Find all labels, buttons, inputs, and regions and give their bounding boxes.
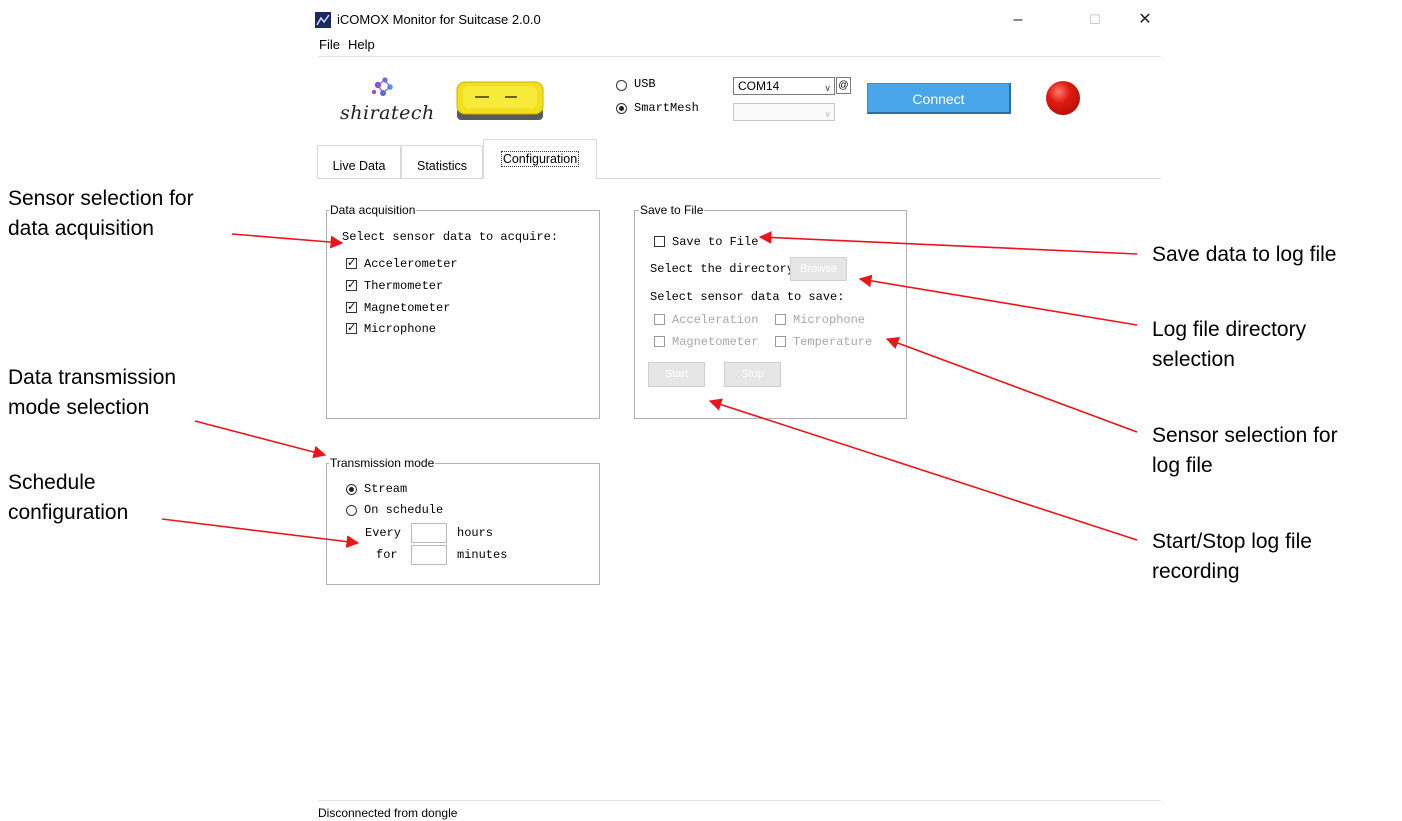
stream-radio[interactable]	[346, 484, 357, 495]
hours-input[interactable]	[411, 523, 447, 543]
start-button[interactable]: Start	[648, 362, 705, 387]
save-magnetometer-label: Magnetometer	[672, 335, 759, 349]
every-label: Every	[365, 526, 402, 540]
annotation-schedule: Schedule configuration	[8, 468, 128, 528]
annotation-log-dir: Log file directory selection	[1152, 315, 1306, 375]
arrow-start-stop	[708, 398, 1138, 541]
annotation-transmission: Data transmission mode selection	[8, 363, 176, 423]
minutes-label: minutes	[457, 548, 508, 562]
window-title: iCOMOX Monitor for Suitcase 2.0.0	[337, 12, 541, 27]
usb-radio[interactable]	[616, 80, 627, 91]
annotation-line: Log file directory	[1152, 318, 1307, 341]
connection-status-led	[1046, 81, 1080, 115]
smartmesh-radio[interactable]	[616, 103, 627, 114]
save-to-file-label: Save to File	[672, 235, 759, 249]
save-temperature-checkbox[interactable]	[775, 336, 786, 347]
tab-baseline-right	[597, 178, 1161, 179]
annotation-line: log file	[1152, 454, 1213, 477]
annotation-line: Data transmission	[8, 366, 177, 389]
close-button[interactable]: ✕	[1122, 6, 1168, 34]
annotation-line: selection	[1152, 348, 1235, 371]
microphone-checkbox[interactable]: ✓	[346, 323, 357, 334]
on-schedule-radio[interactable]	[346, 505, 357, 516]
tab-configuration[interactable]: Configuration	[483, 139, 597, 179]
acquire-prompt: Select sensor data to acquire:	[342, 230, 559, 244]
annotation-sensor-log: Sensor selection for log file	[1152, 421, 1338, 481]
browse-button[interactable]: Browse	[790, 257, 847, 281]
status-text: Disconnected from dongle	[318, 806, 458, 820]
maximize-button[interactable]: ☐	[1072, 6, 1118, 34]
smartmesh-label: SmartMesh	[634, 101, 699, 115]
tab-baseline-left	[317, 178, 483, 179]
save-to-file-checkbox[interactable]	[654, 236, 665, 247]
app-icon	[315, 12, 331, 28]
chevron-down-icon: ∨	[824, 83, 831, 93]
magnetometer-label: Magnetometer	[364, 301, 451, 315]
stop-button[interactable]: Stop	[724, 362, 781, 387]
status-divider	[318, 800, 1161, 801]
annotation-start-stop: Start/Stop log file recording	[1152, 527, 1312, 587]
arrow-transmission	[194, 420, 327, 459]
annotation-line: Sensor selection for	[8, 187, 194, 210]
transmission-mode-legend: Transmission mode	[329, 456, 436, 470]
annotation-line: mode selection	[8, 396, 150, 419]
at-button[interactable]: @	[836, 77, 851, 94]
minutes-input[interactable]	[411, 545, 447, 565]
port-select[interactable]: COM14 ∨	[733, 77, 835, 95]
save-microphone-checkbox[interactable]	[775, 314, 786, 325]
on-schedule-label: On schedule	[364, 503, 444, 517]
save-to-file-legend: Save to File	[639, 203, 705, 217]
tab-live-data[interactable]: Live Data	[317, 145, 401, 179]
save-sensor-prompt: Select sensor data to save:	[650, 290, 845, 304]
logo-text: shiratech	[340, 102, 435, 124]
device-image	[455, 78, 545, 124]
save-microphone-label: Microphone	[793, 313, 866, 327]
microphone-label: Microphone	[364, 322, 437, 336]
for-label: for	[376, 548, 398, 562]
tab-statistics[interactable]: Statistics	[401, 145, 483, 179]
accelerometer-checkbox[interactable]: ✓	[346, 258, 357, 269]
annotation-sensor-acq: Sensor selection for data acquisition	[8, 184, 194, 244]
menu-help[interactable]: Help	[348, 37, 375, 52]
thermometer-label: Thermometer	[364, 279, 444, 293]
arrow-sensor-log	[885, 337, 1138, 433]
directory-label: Select the directory:	[650, 262, 802, 276]
connect-button[interactable]: Connect	[867, 83, 1011, 114]
accelerometer-label: Accelerometer	[364, 257, 458, 271]
annotation-save-log: Save data to log file	[1152, 240, 1336, 270]
save-magnetometer-checkbox[interactable]	[654, 336, 665, 347]
tab-configuration-label: Configuration	[500, 151, 580, 167]
annotation-line: configuration	[8, 501, 129, 524]
port-value: COM14	[738, 79, 780, 93]
hours-label: hours	[457, 526, 494, 540]
save-temperature-label: Temperature	[793, 335, 873, 349]
usb-label: USB	[634, 77, 656, 91]
save-acceleration-label: Acceleration	[672, 313, 759, 327]
annotation-line: recording	[1152, 560, 1240, 583]
annotation-line: data acquisition	[8, 217, 154, 240]
annotation-line: Schedule	[8, 471, 96, 494]
magnetometer-checkbox[interactable]: ✓	[346, 302, 357, 313]
mesh-select[interactable]: ∨	[733, 103, 835, 121]
thermometer-checkbox[interactable]: ✓	[346, 280, 357, 291]
annotation-line: Start/Stop log file	[1152, 530, 1312, 553]
data-acquisition-legend: Data acquisition	[329, 203, 417, 217]
save-acceleration-checkbox[interactable]	[654, 314, 665, 325]
stream-label: Stream	[364, 482, 408, 496]
menu-file[interactable]: File	[319, 37, 340, 52]
annotation-line: Save data to log file	[1152, 243, 1337, 266]
annotation-line: Sensor selection for	[1152, 424, 1338, 447]
menu-divider	[318, 56, 1161, 57]
chevron-down-icon: ∨	[824, 109, 831, 119]
minimize-button[interactable]: –	[995, 6, 1041, 34]
